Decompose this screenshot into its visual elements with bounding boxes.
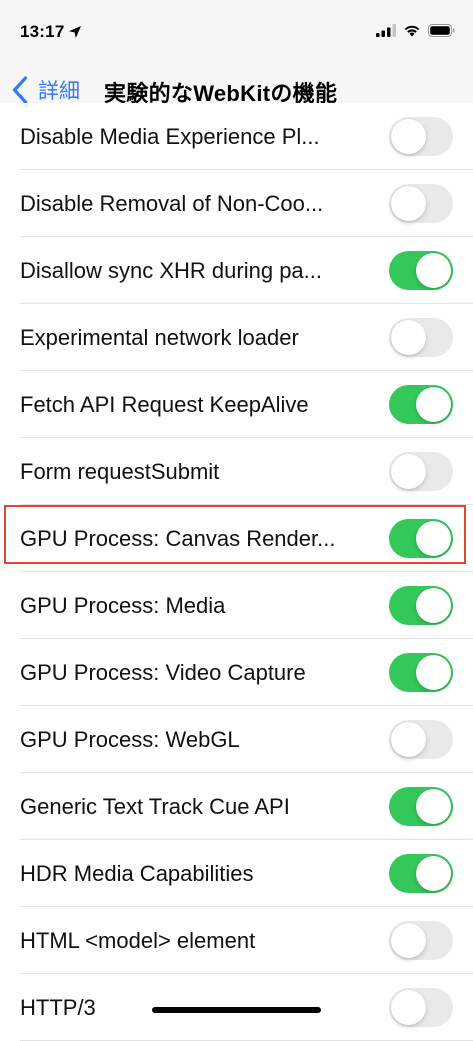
setting-label: Disallow sync XHR during pa... (20, 257, 323, 283)
setting-toggle[interactable] (389, 452, 453, 491)
back-button-label: 詳細 (38, 80, 80, 103)
setting-row: Generic Text Track Cue API (0, 773, 473, 840)
setting-label: GPU Process: Video Capture (20, 659, 306, 685)
setting-label: HTML <model> element (20, 927, 256, 953)
setting-toggle[interactable] (389, 854, 453, 893)
setting-label: Disable Media Experience Pl... (20, 123, 320, 149)
setting-row: Disallow sync XHR during pa... (0, 237, 473, 304)
setting-row: GPU Process: Video Capture (0, 639, 473, 706)
toggle-knob (416, 655, 451, 690)
toggle-knob (416, 856, 451, 891)
toggle-knob (416, 588, 451, 623)
setting-label: Disable Removal of Non-Coo... (20, 190, 324, 216)
setting-label: HDR Media Capabilities (20, 860, 254, 886)
setting-toggle[interactable] (389, 318, 453, 357)
settings-list: Disable Media Experience Pl... Disable Re… (0, 103, 473, 1041)
setting-row: Disable Media Experience Pl... (0, 103, 473, 170)
toggle-knob (391, 923, 426, 958)
setting-toggle[interactable] (389, 586, 453, 625)
setting-toggle[interactable] (389, 251, 453, 290)
setting-label: GPU Process: Canvas Render... (20, 525, 336, 551)
toggle-knob (391, 119, 426, 154)
home-indicator[interactable] (152, 1007, 321, 1013)
status-bar: 13:17 (0, 0, 473, 62)
setting-toggle[interactable] (389, 117, 453, 156)
setting-row: Fetch API Request KeepAlive (0, 371, 473, 438)
setting-row: GPU Process: Media (0, 572, 473, 639)
setting-label: Experimental network loader (20, 324, 299, 350)
setting-label: Fetch API Request KeepAlive (20, 391, 309, 417)
setting-label: GPU Process: Media (20, 592, 226, 618)
cellular-signal-icon (376, 24, 396, 37)
toggle-knob (391, 990, 426, 1025)
setting-toggle[interactable] (389, 519, 453, 558)
setting-toggle[interactable] (389, 184, 453, 223)
chevron-left-icon (12, 76, 28, 104)
setting-label: Generic Text Track Cue API (20, 793, 290, 819)
setting-toggle[interactable] (389, 385, 453, 424)
setting-toggle[interactable] (389, 988, 453, 1027)
setting-row: Experimental network loader (0, 304, 473, 371)
setting-row: Disable Removal of Non-Coo... (0, 170, 473, 237)
setting-row: HTML <model> element (0, 907, 473, 974)
wifi-icon (404, 25, 420, 37)
toggle-knob (391, 320, 426, 355)
toggle-knob (416, 789, 451, 824)
setting-label: GPU Process: WebGL (20, 726, 240, 752)
toggle-knob (416, 521, 451, 556)
toggle-knob (391, 722, 426, 757)
toggle-knob (391, 454, 426, 489)
toggle-knob (391, 186, 426, 221)
setting-label: Form requestSubmit (20, 458, 220, 484)
setting-row: GPU Process: Canvas Render... (0, 505, 473, 572)
setting-toggle[interactable] (389, 653, 453, 692)
setting-row: HDR Media Capabilities (0, 840, 473, 907)
status-time: 13:17 (20, 22, 65, 41)
setting-toggle[interactable] (389, 921, 453, 960)
setting-toggle[interactable] (389, 787, 453, 826)
status-icons (376, 24, 455, 37)
toggle-knob (416, 387, 451, 422)
setting-row: Form requestSubmit (0, 438, 473, 505)
battery-icon (428, 24, 455, 37)
toggle-knob (416, 253, 451, 288)
setting-row: GPU Process: WebGL (0, 706, 473, 773)
status-time-group: 13:17 (20, 22, 82, 42)
location-arrow-icon (69, 26, 82, 38)
setting-toggle[interactable] (389, 720, 453, 759)
